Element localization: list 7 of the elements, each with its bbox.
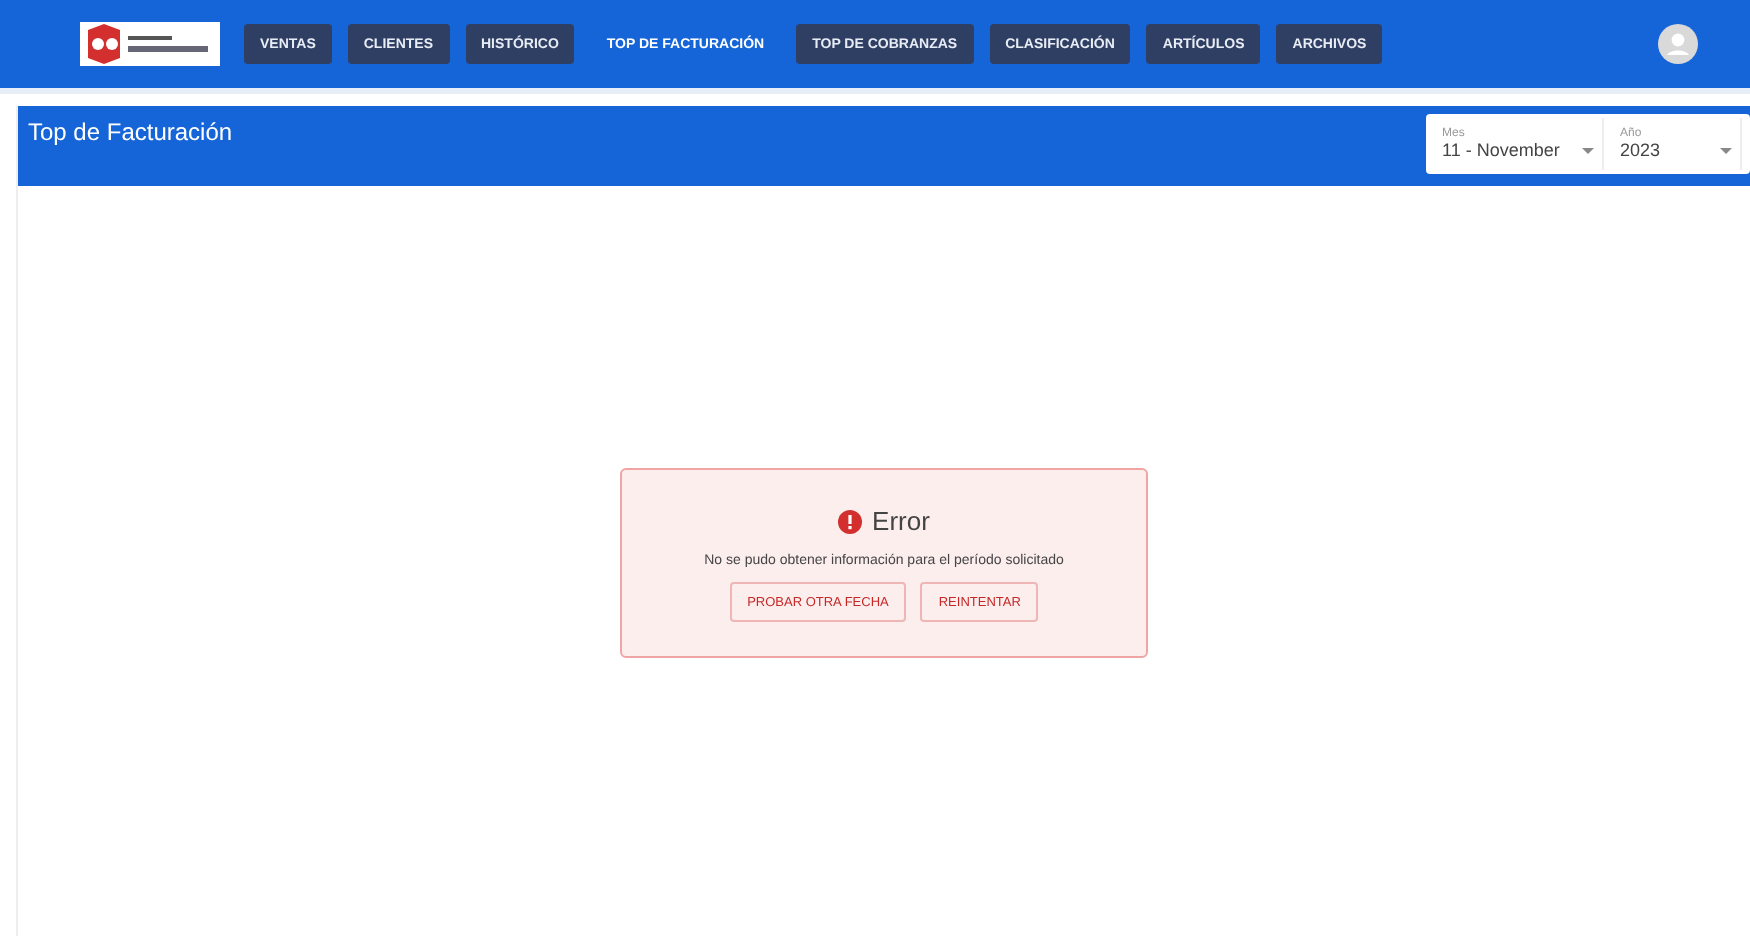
page-title: Top de Facturación [28,118,233,146]
avatar-icon[interactable] [1658,24,1698,64]
caret-icon [1720,147,1732,153]
logo-icon [80,22,220,66]
error-title: Error [872,506,930,536]
caret-icon [1582,147,1594,153]
error-icon [838,509,863,533]
